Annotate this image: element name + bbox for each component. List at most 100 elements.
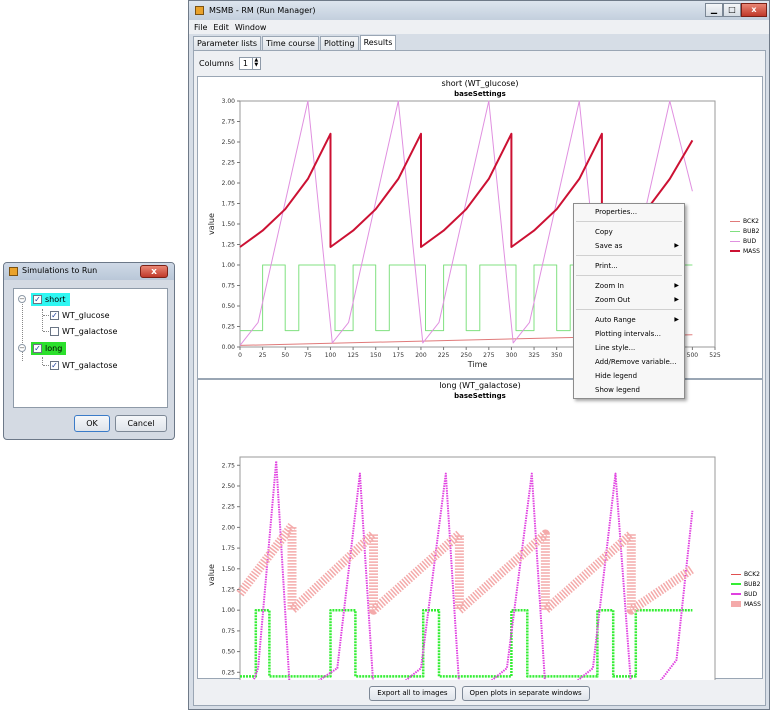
legend-item: MASS bbox=[731, 599, 761, 609]
legend-swatch bbox=[730, 240, 740, 242]
y-tick-label: 0.75 bbox=[222, 283, 236, 290]
y-tick-label: 2.00 bbox=[222, 180, 236, 187]
submenu-arrow-icon: ▶ bbox=[674, 296, 679, 303]
tab-parameter-lists[interactable]: Parameter lists bbox=[193, 36, 262, 50]
y-tick-label: 2.50 bbox=[222, 139, 236, 146]
spinner-arrows-icon[interactable]: ▲ ▼ bbox=[251, 58, 260, 69]
menu-item-auto-range[interactable]: Auto Range bbox=[595, 316, 636, 324]
menu-item-zoom-out[interactable]: Zoom Out bbox=[595, 296, 630, 304]
tree-node-highlight: ✓ long bbox=[31, 341, 67, 355]
x-tick-label: 500 bbox=[687, 352, 699, 359]
tree-node-wt-glucose[interactable]: ✓ WT_glucose bbox=[50, 308, 110, 322]
checkbox-short[interactable]: ✓ bbox=[33, 294, 42, 304]
y-tick-label: 0.75 bbox=[222, 628, 236, 635]
legend-swatch bbox=[730, 250, 740, 252]
export-all-button[interactable]: Export all to images bbox=[369, 685, 456, 701]
x-tick-label: 125 bbox=[347, 352, 359, 359]
open-plots-button[interactable]: Open plots in separate windows bbox=[461, 685, 590, 701]
checkbox-wt-galactose[interactable] bbox=[50, 326, 59, 336]
menu-bar: File Edit Window bbox=[189, 20, 769, 34]
columns-control: Columns 1 ▲ ▼ bbox=[199, 57, 261, 70]
x-tick-label: 325 bbox=[528, 352, 540, 359]
checkbox-long-wt-galactose[interactable]: ✓ bbox=[50, 360, 59, 370]
legend-label: BUD bbox=[743, 237, 757, 245]
cancel-button[interactable]: Cancel bbox=[115, 415, 167, 432]
tab-plotting[interactable]: Plotting bbox=[319, 36, 359, 50]
simulations-dialog: Simulations to Run x − ✓ short ✓ WT_gluc… bbox=[3, 262, 175, 440]
menu-separator bbox=[576, 255, 682, 256]
menu-file[interactable]: File bbox=[194, 23, 207, 32]
minimize-icon[interactable]: ▁ bbox=[705, 3, 723, 17]
y-tick-label: 0.25 bbox=[222, 669, 236, 676]
x-tick-label: 175 bbox=[393, 352, 405, 359]
menu-item-copy[interactable]: Copy bbox=[595, 228, 613, 236]
close-icon[interactable]: x bbox=[140, 265, 168, 278]
collapse-icon[interactable]: − bbox=[18, 344, 26, 352]
menu-window[interactable]: Window bbox=[235, 23, 267, 32]
y-tick-label: 2.75 bbox=[222, 119, 236, 126]
chart-long: 0501001502002503003504004505005506006507… bbox=[207, 456, 716, 680]
submenu-arrow-icon: ▶ bbox=[674, 242, 679, 249]
legend-label: MASS bbox=[743, 247, 760, 255]
checkbox-wt-glucose[interactable]: ✓ bbox=[50, 310, 59, 320]
tree-node-wt-galactose[interactable]: WT_galactose bbox=[50, 324, 117, 338]
submenu-arrow-icon: ▶ bbox=[674, 316, 679, 323]
maximize-icon[interactable]: □ bbox=[723, 3, 741, 17]
x-tick-label: 0 bbox=[238, 352, 242, 359]
x-tick-label: 300 bbox=[506, 352, 518, 359]
legend-item: BUD bbox=[731, 589, 761, 599]
window-title-bar[interactable]: MSMB - RM (Run Manager) ▁ □ x bbox=[189, 1, 769, 20]
legend-label: BUB2 bbox=[744, 580, 761, 588]
y-tick-label: 2.75 bbox=[222, 462, 236, 469]
tree-node-long-wt-galactose[interactable]: ✓ WT_galactose bbox=[50, 358, 117, 372]
columns-spinner[interactable]: 1 ▲ ▼ bbox=[238, 57, 261, 70]
menu-item-zoom-in[interactable]: Zoom In bbox=[595, 282, 624, 290]
tree-label: WT_galactose bbox=[62, 360, 118, 370]
y-tick-label: 1.25 bbox=[222, 242, 236, 249]
menu-item-show-legend[interactable]: Show legend bbox=[595, 386, 640, 394]
menu-item-add-remove-variable[interactable]: Add/Remove variable... bbox=[595, 358, 676, 366]
ok-button[interactable]: OK bbox=[74, 415, 110, 432]
context-menu: Properties... Copy Save as ▶ Print... Zo… bbox=[573, 203, 685, 399]
y-tick-label: 1.50 bbox=[222, 221, 236, 228]
y-tick-label: 1.00 bbox=[222, 262, 236, 269]
menu-item-hide-legend[interactable]: Hide legend bbox=[595, 372, 637, 380]
menu-item-print[interactable]: Print... bbox=[595, 262, 618, 270]
x-tick-label: 75 bbox=[304, 352, 312, 359]
x-tick-label: 100 bbox=[325, 352, 337, 359]
y-tick-label: 0.25 bbox=[222, 324, 236, 331]
plot-panel-long[interactable]: long (WT_galactose) baseSettings 0501001… bbox=[197, 379, 763, 680]
tree-node-short[interactable]: − ✓ short bbox=[18, 292, 70, 306]
menu-separator bbox=[576, 275, 682, 276]
menu-item-properties[interactable]: Properties... bbox=[595, 208, 637, 216]
tab-time-course[interactable]: Time course bbox=[262, 36, 319, 50]
chart-legend: BCK2 BUB2 BUD MASS bbox=[731, 569, 761, 609]
menu-edit[interactable]: Edit bbox=[213, 23, 229, 32]
tab-results[interactable]: Results bbox=[359, 35, 397, 50]
dialog-title-bar[interactable]: Simulations to Run x bbox=[4, 263, 174, 280]
tree-node-long[interactable]: − ✓ long bbox=[18, 341, 67, 355]
menu-item-plotting-intervals[interactable]: Plotting intervals... bbox=[595, 330, 661, 338]
legend-item: MASS bbox=[730, 246, 760, 256]
y-tick-label: 1.00 bbox=[222, 607, 236, 614]
x-axis-label: Time bbox=[467, 360, 488, 369]
tree-label: long bbox=[45, 343, 63, 353]
legend-item: BCK2 bbox=[730, 216, 760, 226]
x-tick-label: 25 bbox=[259, 352, 267, 359]
tree-node-highlight: ✓ short bbox=[31, 292, 70, 306]
checkbox-long[interactable]: ✓ bbox=[33, 343, 42, 353]
columns-label: Columns bbox=[199, 59, 234, 68]
tree-label: WT_glucose bbox=[62, 310, 110, 320]
tree-line bbox=[42, 309, 43, 331]
tab-bar: Parameter lists Time course Plotting Res… bbox=[193, 35, 397, 50]
menu-item-line-style[interactable]: Line style... bbox=[595, 344, 635, 352]
legend-item: BUD bbox=[730, 236, 760, 246]
y-tick-label: 1.75 bbox=[222, 201, 236, 208]
collapse-icon[interactable]: − bbox=[18, 295, 26, 303]
menu-separator bbox=[576, 309, 682, 310]
close-icon[interactable]: x bbox=[741, 3, 767, 17]
legend-item: BUB2 bbox=[730, 226, 760, 236]
y-tick-label: 1.25 bbox=[222, 586, 236, 593]
menu-item-save-as[interactable]: Save as bbox=[595, 242, 622, 250]
legend-item: BCK2 bbox=[731, 569, 761, 579]
